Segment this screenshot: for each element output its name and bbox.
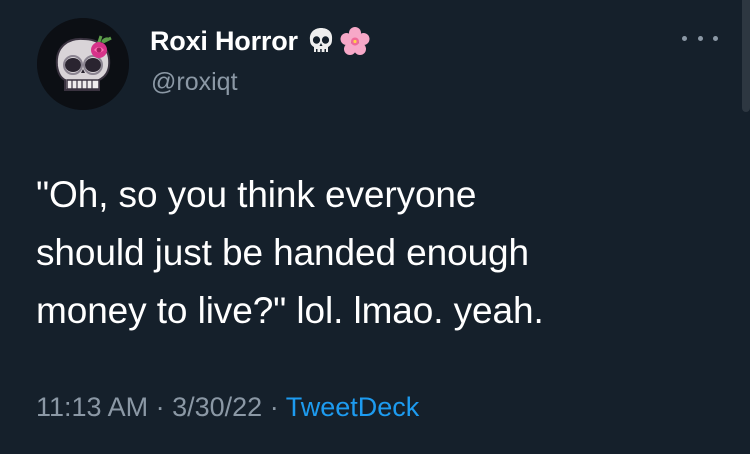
tweet-source-link[interactable]: TweetDeck xyxy=(286,392,420,422)
tweet-text-line: "Oh, so you think everyone xyxy=(36,174,477,215)
tweet-card: Roxi Horror @roxiqt "Oh, so you think ev… xyxy=(0,0,750,454)
tweet-text-line: should just be handed enough xyxy=(36,232,530,273)
separator: · xyxy=(155,392,165,422)
tweet-date[interactable]: 3/30/22 xyxy=(172,392,262,422)
skull-rose-avatar-icon xyxy=(37,18,129,110)
tweet-metadata: 11:13 AM · 3/30/22 · TweetDeck xyxy=(36,392,419,423)
tweet-time[interactable]: 11:13 AM xyxy=(36,392,148,422)
cherry-blossom-icon xyxy=(340,26,370,56)
tweet-text: "Oh, so you think everyone should just b… xyxy=(36,166,726,340)
more-dot-icon xyxy=(713,35,718,41)
more-options-button[interactable] xyxy=(682,28,718,48)
user-handle[interactable]: @roxiqt xyxy=(151,68,238,97)
more-dot-icon xyxy=(682,35,687,41)
avatar[interactable] xyxy=(37,18,129,110)
separator: · xyxy=(269,392,279,422)
scrollbar[interactable] xyxy=(742,0,750,112)
more-dot-icon xyxy=(697,35,703,41)
skull-icon xyxy=(306,26,336,56)
tweet-text-line: money to live?" lol. lmao. yeah. xyxy=(36,290,544,331)
author-name-row: Roxi Horror xyxy=(150,24,370,58)
display-name[interactable]: Roxi Horror xyxy=(150,26,298,57)
